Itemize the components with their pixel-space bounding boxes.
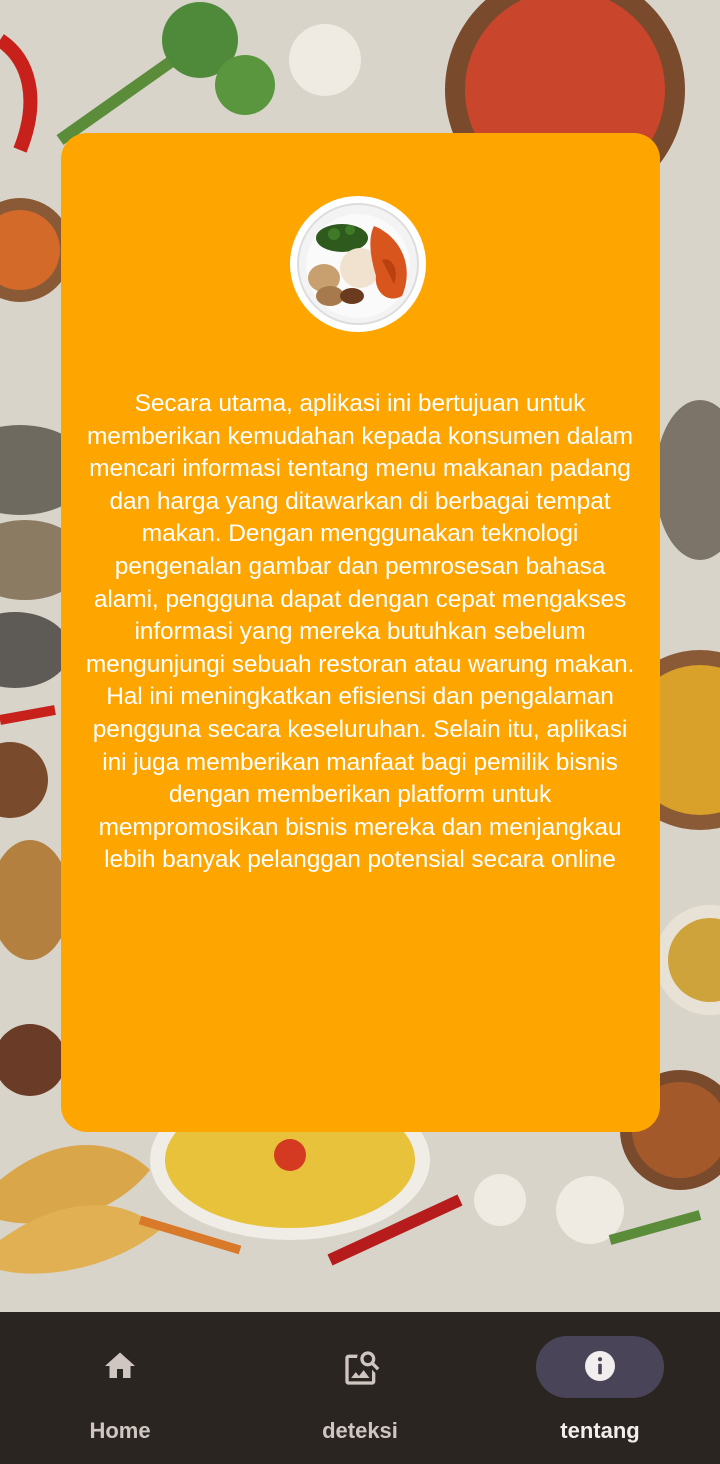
nav-item-deteksi[interactable]: deteksi xyxy=(240,1312,480,1464)
nasi-padang-plate-icon xyxy=(290,196,426,332)
nav-item-tentang[interactable]: tentang xyxy=(480,1312,720,1464)
nav-item-label: Home xyxy=(89,1418,151,1443)
nav-item-home[interactable]: Home xyxy=(0,1312,240,1464)
nav-item-label: deteksi xyxy=(322,1418,398,1443)
info-icon xyxy=(582,1348,618,1384)
home-icon xyxy=(102,1348,138,1384)
nav-item-label: tentang xyxy=(560,1418,640,1443)
bottom-navigation: Home deteksi tentang xyxy=(0,1312,720,1464)
about-description: Secara utama, aplikasi ini bertujuan unt… xyxy=(85,390,635,874)
image-search-icon xyxy=(342,1348,380,1385)
